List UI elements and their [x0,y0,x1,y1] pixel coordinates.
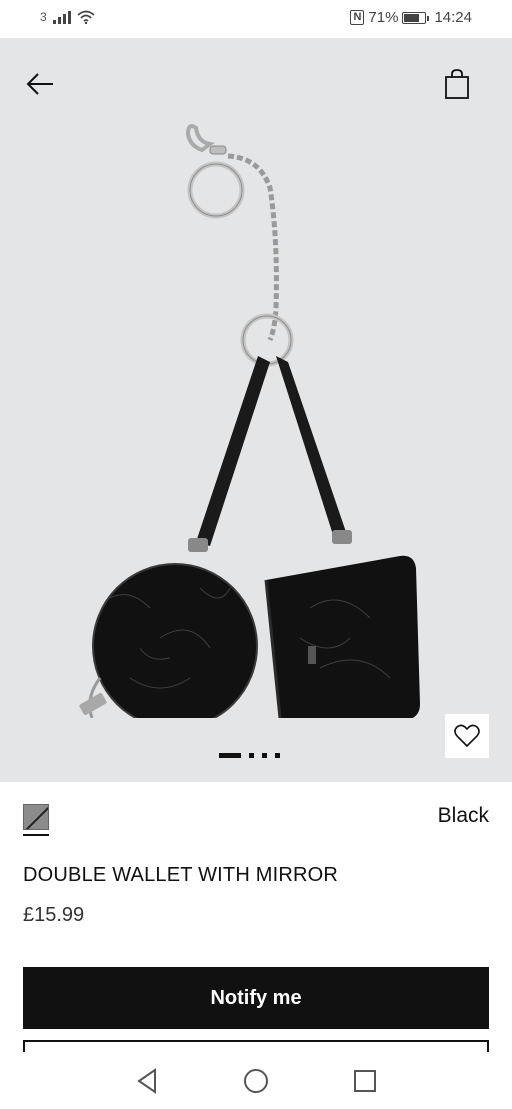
product-gallery[interactable] [0,38,512,782]
sim-label: 3 [40,10,47,24]
heart-icon [454,724,480,748]
nav-back-button[interactable] [132,1066,162,1096]
product-title: DOUBLE WALLET WITH MIRROR [23,864,339,886]
status-right: N 71% 14:24 [350,9,472,26]
pager-indicator[interactable] [262,753,267,758]
nav-recents-button[interactable] [350,1066,380,1096]
system-nav-bar [0,1052,512,1109]
nfc-icon: N [350,10,365,25]
color-swatch-black[interactable] [23,804,49,830]
notify-me-button[interactable]: Notify me [23,967,489,1029]
pager-indicator[interactable] [275,753,280,758]
pager-indicator-active[interactable] [219,753,241,758]
back-button[interactable] [22,66,58,102]
status-bar: 3 N 71% 14:24 [0,0,512,38]
selected-swatch-indicator [23,834,49,836]
shopping-bag-icon [445,69,469,99]
pager-indicator[interactable] [249,753,254,758]
battery-icon [402,11,430,24]
signal-icon [52,10,71,24]
product-image[interactable] [70,118,450,718]
color-name: Black [437,804,489,827]
clock: 14:24 [434,9,472,26]
shopping-bag-button[interactable] [440,66,474,102]
back-arrow-icon [26,73,53,95]
nav-home-button[interactable] [241,1066,271,1096]
nav-home-icon [244,1069,268,1093]
nav-back-icon [137,1068,156,1094]
gallery-pager[interactable] [219,753,280,758]
nav-recents-icon [354,1070,376,1092]
status-left: 3 [40,10,95,24]
wifi-icon [77,10,95,24]
product-price: £15.99 [23,904,85,926]
battery-percent: 71% [368,9,399,26]
favorite-button[interactable] [445,714,489,758]
